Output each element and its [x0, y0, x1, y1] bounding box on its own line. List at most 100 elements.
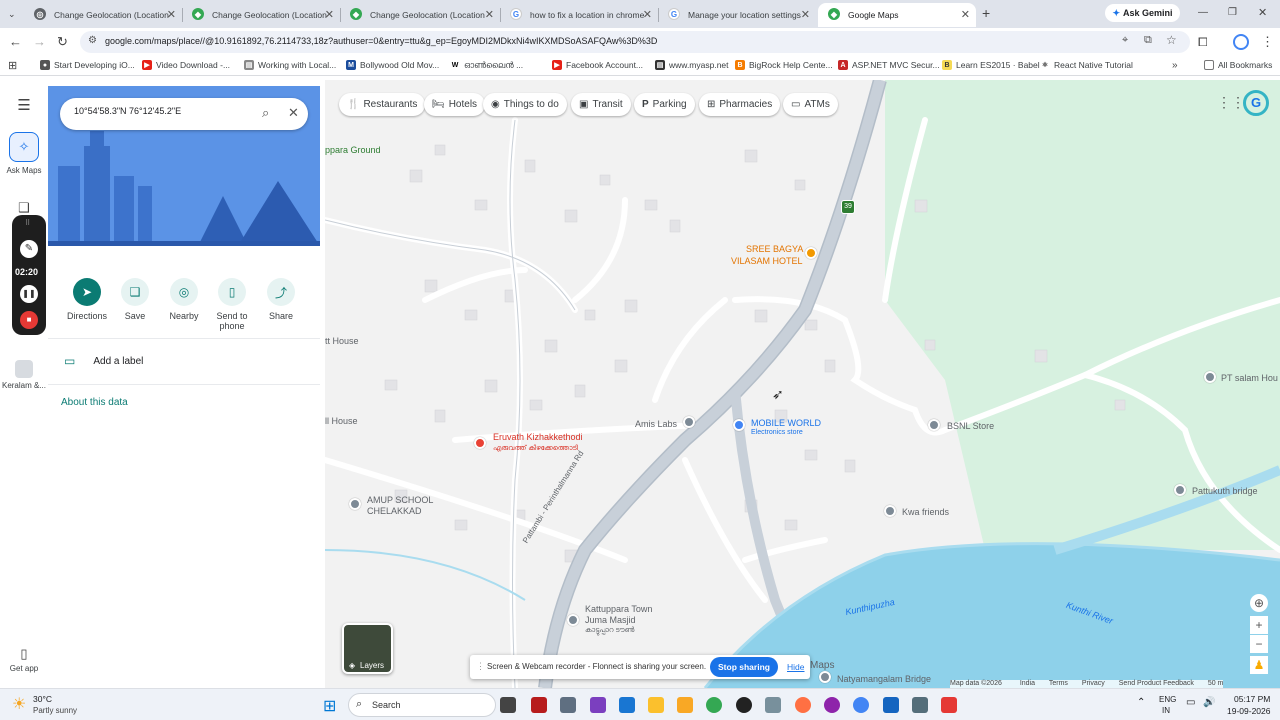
directions-button[interactable]: ➤ Directions	[63, 278, 111, 321]
pause-recording-button[interactable]: ❚❚	[20, 285, 38, 303]
new-tab-icon[interactable]: +	[982, 6, 990, 20]
stop-sharing-button[interactable]: Stop sharing	[710, 657, 778, 677]
menu-dots-icon[interactable]: ⋮	[1261, 35, 1274, 49]
reload-icon[interactable]: ↻	[57, 35, 68, 49]
bookmark-item[interactable]: ● Start Developing iO...	[40, 60, 135, 70]
map-canvas[interactable]: 🍴 Restaurants 🛏 Hotels ◉ Things to do ▣ Tran…	[325, 80, 1280, 688]
bookmark-star-icon[interactable]: ☆	[1166, 33, 1177, 47]
network-icon[interactable]: ▭	[1186, 697, 1195, 708]
forward-icon[interactable]: →	[33, 35, 46, 49]
hide-banner-link[interactable]: Hide	[787, 662, 804, 672]
weather-temp[interactable]: 30°C	[33, 694, 52, 704]
amis-labs-pin[interactable]	[683, 416, 695, 428]
my-location-button[interactable]: ⊕	[1250, 594, 1268, 612]
window-close-icon[interactable]: ✕	[1258, 6, 1267, 20]
tab-close-icon[interactable]: ✕	[961, 8, 970, 21]
address-bar[interactable]: ⚙ google.com/maps/place//@10.9161892,76.…	[80, 31, 1190, 53]
bookmark-item[interactable]: A ASP.NET MVC Secur...	[838, 60, 940, 70]
location-icon[interactable]: ⌖	[1122, 34, 1128, 47]
taskbar-app-6[interactable]	[941, 697, 957, 713]
taskbar-app-2[interactable]	[765, 697, 781, 713]
send-to-phone-button[interactable]: ▯ Send to phone	[208, 278, 256, 331]
pen-tool-button[interactable]: ✎	[20, 240, 38, 258]
weather-desc[interactable]: Partly sunny	[33, 706, 77, 715]
saved-list-item[interactable]: Keralam &...	[0, 360, 48, 390]
amis-labs-label[interactable]: Amis Labs	[635, 419, 677, 429]
tab-search-icon[interactable]: ⌄	[8, 7, 16, 21]
install-app-icon[interactable]: ⧉	[1144, 34, 1152, 47]
chip-hotels[interactable]: 🛏 Hotels	[424, 93, 486, 116]
lang-region[interactable]: IN	[1162, 706, 1170, 715]
tab-close-icon[interactable]: ✕	[801, 8, 810, 21]
search-input[interactable]	[74, 106, 244, 116]
tab-close-icon[interactable]: ✕	[325, 8, 334, 21]
pattukuth-bridge-pin[interactable]	[1174, 484, 1186, 496]
site-info-icon[interactable]: ⚙	[88, 35, 97, 46]
taskbar-app-visual-studio[interactable]	[590, 697, 606, 713]
add-label-row[interactable]: ▭ Add a label	[64, 354, 143, 368]
layers-button[interactable]: ◈ Layers	[342, 623, 393, 674]
save-button[interactable]: ❑ Save	[111, 278, 159, 321]
masjid-pin[interactable]	[567, 614, 579, 626]
taskbar-app-files[interactable]	[500, 697, 516, 713]
nearby-button[interactable]: ◎ Nearby	[160, 278, 208, 321]
about-this-data-link[interactable]: About this data	[61, 397, 128, 408]
bookmark-item[interactable]: B BigRock Help Cente...	[735, 60, 833, 70]
google-apps-icon[interactable]: ⋮⋮	[1217, 94, 1245, 111]
taskbar-app-illustrator[interactable]	[531, 697, 547, 713]
region-link[interactable]: India	[1020, 680, 1035, 687]
pt-salam-pin[interactable]	[1204, 371, 1216, 383]
drag-handle-icon[interactable]: ⋮	[476, 661, 485, 672]
saved-icon[interactable]: ❑	[0, 200, 48, 216]
lang-indicator[interactable]: ENG	[1159, 695, 1176, 704]
zoom-in-button[interactable]: +	[1250, 616, 1268, 634]
masjid-label[interactable]: Kattuppara Town	[585, 604, 652, 614]
pt-salam-label[interactable]: PT salam Hou	[1221, 373, 1278, 383]
taskbar-app-chrome-active[interactable]	[853, 697, 869, 713]
tab-1[interactable]: ◎ Change Geolocation (Location ✕	[24, 3, 182, 27]
hotel-label[interactable]: SREE BAGYA	[746, 244, 803, 254]
pegman-icon[interactable]: ♟	[1250, 656, 1268, 674]
chip-pharmacies[interactable]: ⊞ Pharmacies	[699, 93, 781, 116]
kwa-friends-label[interactable]: Kwa friends	[902, 507, 949, 517]
kwa-friends-pin[interactable]	[884, 505, 896, 517]
restore-icon[interactable]: ❐	[1228, 6, 1237, 20]
bsnl-label[interactable]: BSNL Store	[947, 421, 994, 431]
hotel-pin[interactable]	[805, 247, 817, 259]
all-bookmarks-button[interactable]: All Bookmarks	[1204, 60, 1272, 70]
chip-atms[interactable]: ▭ ATMs	[783, 93, 838, 116]
bsnl-pin[interactable]	[928, 419, 940, 431]
bookmark-item[interactable]: W ഓൺലൈൻ ...	[450, 60, 523, 71]
tab-3[interactable]: ◆ Change Geolocation (Location ✕	[340, 3, 500, 27]
search-icon[interactable]: ⌕	[262, 105, 269, 121]
back-icon[interactable]: ←	[9, 35, 22, 49]
taskbar-app-sticky[interactable]	[648, 697, 664, 713]
school-pin[interactable]	[349, 498, 361, 510]
apps-grid-icon[interactable]: ⊞	[8, 59, 17, 73]
get-app-button[interactable]: ▯ Get app	[0, 646, 48, 673]
bookmark-item[interactable]: B Learn ES2015 · Babel	[942, 60, 1040, 70]
account-avatar[interactable]: G	[1243, 90, 1269, 116]
privacy-link[interactable]: Privacy	[1082, 680, 1105, 687]
tab-close-icon[interactable]: ✕	[643, 8, 652, 21]
terms-link[interactable]: Terms	[1049, 680, 1068, 687]
clock-time[interactable]: 05:17 PM	[1234, 694, 1270, 704]
taskbar-app-4[interactable]	[883, 697, 899, 713]
ask-gemini-button[interactable]: ✦ Ask Gemini	[1105, 4, 1180, 22]
bookmark-item[interactable]: ▶ Video Download -...	[142, 60, 230, 70]
eruvath-label[interactable]: Eruvath Kizhakkethodi	[493, 432, 583, 442]
profile-avatar[interactable]	[1233, 34, 1249, 50]
search-box[interactable]: ⌕ ✕	[60, 98, 308, 130]
feedback-link[interactable]: Send Product Feedback	[1119, 680, 1194, 687]
bookmark-item[interactable]: ▤ www.myasp.net	[655, 60, 729, 70]
taskbar-app-vscode[interactable]	[619, 697, 635, 713]
pattukuth-bridge-label[interactable]: Pattukuth bridge	[1192, 486, 1258, 496]
hamburger-menu-icon[interactable]: ☰	[0, 96, 48, 114]
windows-start-icon[interactable]: ⊞	[323, 696, 336, 716]
bookmark-item[interactable]: ▤ Working with Local...	[244, 60, 336, 70]
chip-things-to-do[interactable]: ◉ Things to do	[483, 93, 567, 116]
hotel-label-2[interactable]: VILASAM HOTEL	[731, 256, 803, 266]
ask-maps-button[interactable]: ✧ Ask Maps	[0, 132, 48, 175]
bookmark-item[interactable]: ⚛ React Native Tutorial	[1040, 60, 1133, 70]
bookmark-item[interactable]: M Bollywood Old Mov...	[346, 60, 439, 70]
